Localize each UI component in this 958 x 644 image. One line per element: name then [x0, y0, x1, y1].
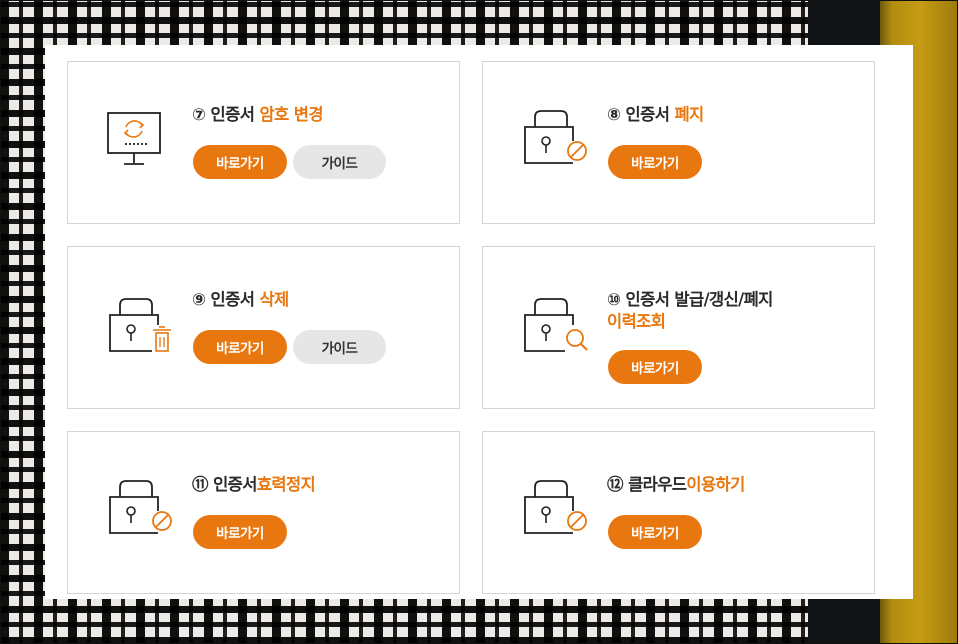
- go-button[interactable]: 바로가기: [608, 145, 702, 179]
- card-history: ⑩ 인증서 발급/갱신/폐지 이력조회 바로가기: [482, 246, 875, 409]
- lock-prohibit-icon: [524, 480, 587, 534]
- card-title: ⑫ 클라우드이용하기: [607, 475, 745, 494]
- guide-button[interactable]: 가이드: [293, 145, 386, 179]
- card-title: ⑪ 인증서효력정지: [192, 475, 316, 494]
- go-button[interactable]: 바로가기: [193, 145, 287, 179]
- card-title: ⑩ 인증서 발급/갱신/폐지 이력조회: [607, 290, 773, 331]
- go-button[interactable]: 바로가기: [608, 515, 702, 549]
- card-delete: ⑨ 인증서 삭제 바로가기 가이드: [67, 246, 460, 409]
- card-title: ⑧ 인증서 폐지: [607, 105, 704, 124]
- go-button[interactable]: 바로가기: [608, 350, 702, 384]
- lock-search-icon: [524, 298, 588, 352]
- go-button[interactable]: 바로가기: [193, 515, 287, 549]
- certificate-menu-panel: ⑦ 인증서 암호 변경 바로가기 가이드 ⑧ 인증서 폐지 바로가기 ⑨ 인증서…: [45, 45, 913, 599]
- card-change-password: ⑦ 인증서 암호 변경 바로가기 가이드: [67, 61, 460, 224]
- lock-trash-icon: [109, 298, 171, 352]
- card-suspend: ⑪ 인증서효력정지 바로가기: [67, 431, 460, 594]
- card-cloud: ⑫ 클라우드이용하기 바로가기: [482, 431, 875, 594]
- lock-prohibit-icon: [109, 480, 172, 534]
- card-revoke: ⑧ 인증서 폐지 바로가기: [482, 61, 875, 224]
- guide-button[interactable]: 가이드: [293, 330, 386, 364]
- card-title: ⑦ 인증서 암호 변경: [192, 105, 324, 124]
- card-title: ⑨ 인증서 삭제: [192, 290, 289, 309]
- monitor-refresh-icon: [107, 112, 161, 165]
- lock-prohibit-icon: [524, 110, 587, 164]
- go-button[interactable]: 바로가기: [193, 330, 287, 364]
